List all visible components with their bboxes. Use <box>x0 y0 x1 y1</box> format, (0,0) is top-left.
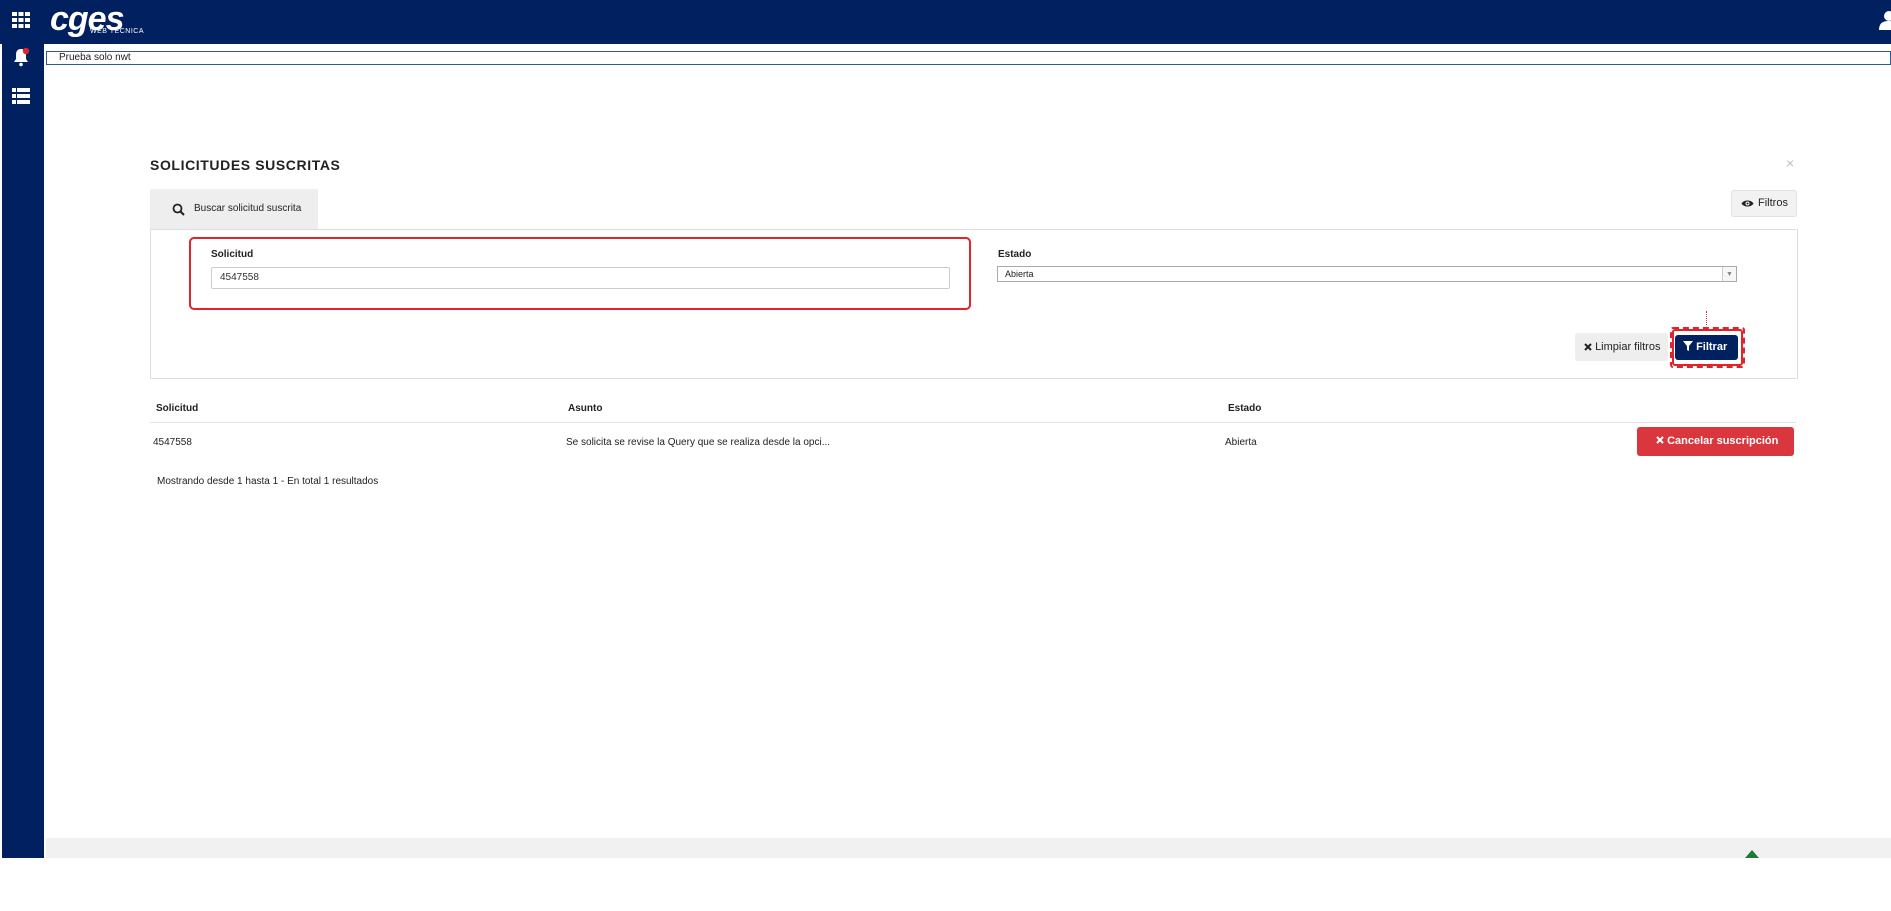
filtros-button[interactable]: Filtros <box>1731 190 1797 217</box>
table-header-solicitud: Solicitud <box>156 403 199 414</box>
user-icon[interactable] <box>1879 10 1891 30</box>
close-x-icon[interactable]: × <box>1786 155 1794 171</box>
table-header-asunto: Asunto <box>568 403 603 414</box>
filtrar-label: Filtrar <box>1696 341 1728 353</box>
filter-funnel-icon <box>1683 341 1693 351</box>
footer-bar <box>46 838 1891 858</box>
main-content <box>46 66 1891 838</box>
filtrar-button[interactable]: Filtrar <box>1675 335 1738 360</box>
table-header-estado: Estado <box>1228 403 1262 414</box>
close-x-icon <box>1656 436 1664 444</box>
table-divider <box>150 422 1796 423</box>
notice-bar: Prueba solo nwt <box>46 51 1891 65</box>
cell-asunto[interactable]: Se solicita se revise la Query que se re… <box>566 437 830 448</box>
estado-selected-value: Abierta <box>1005 269 1034 279</box>
solicitud-label: Solicitud <box>211 249 254 260</box>
search-icon <box>172 203 185 216</box>
modal-title: SOLICITUDES SUSCRITAS <box>150 157 341 173</box>
results-summary: Mostrando desde 1 hasta 1 - En total 1 r… <box>157 476 379 487</box>
chevron-down-icon[interactable]: ▼ <box>1722 267 1736 281</box>
apps-grid-icon[interactable] <box>11 10 31 30</box>
solicitud-input[interactable]: 4547558 <box>211 267 950 289</box>
cancelar-suscripcion-button[interactable]: Cancelar suscripción <box>1637 427 1794 456</box>
limpiar-filtros-button[interactable]: Limpiar filtros <box>1575 333 1668 361</box>
estado-select[interactable]: Abierta ▼ <box>997 266 1737 282</box>
bell-icon[interactable] <box>11 47 31 67</box>
cancelar-label: Cancelar suscripción <box>1667 435 1779 447</box>
cell-estado: Abierta <box>1225 437 1257 448</box>
limpiar-label: Limpiar filtros <box>1595 341 1661 353</box>
list-icon[interactable] <box>11 86 31 106</box>
top-navbar <box>0 0 1891 44</box>
tab-buscar-solicitud[interactable]: Buscar solicitud suscrita <box>150 189 318 229</box>
close-x-icon <box>1584 343 1592 351</box>
estado-label: Estado <box>998 249 1032 260</box>
notice-text: Prueba solo nwt <box>59 52 131 63</box>
solicitud-value: 4547558 <box>220 272 259 283</box>
triangle-icon <box>1745 850 1759 858</box>
cell-solicitud: 4547558 <box>153 437 192 448</box>
drag-guide <box>1706 311 1707 325</box>
left-sidebar <box>2 0 44 858</box>
brand-logo[interactable]: cges WEB TECNICA <box>50 0 146 38</box>
tab-label: Buscar solicitud suscrita <box>194 203 302 214</box>
filtros-label: Filtros <box>1758 197 1788 209</box>
eye-icon <box>1741 200 1754 207</box>
